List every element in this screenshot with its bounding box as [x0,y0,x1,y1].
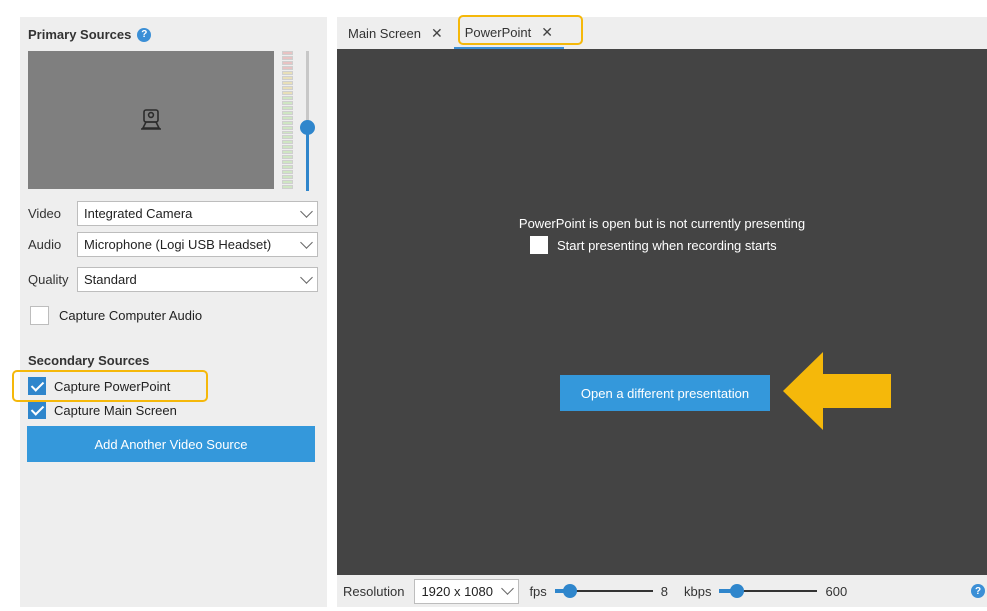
resolution-select-value: 1920 x 1080 [421,583,494,599]
meter-segment [282,105,293,110]
tab-main-screen[interactable]: Main Screen ✕ [337,17,454,49]
capture-computer-audio-checkbox[interactable] [30,306,49,325]
meter-segment [282,115,293,120]
audio-select[interactable]: Microphone (Logi USB Headset) [77,232,318,257]
meter-segment [282,51,293,55]
video-select[interactable]: Integrated Camera [77,201,318,226]
right-panel: Main Screen ✕ PowerPoint ✕ PowerPoint is… [337,17,987,607]
meter-segment [282,55,293,60]
audio-row: Audio Microphone (Logi USB Headset) [28,232,318,257]
bottom-toolbar: Resolution 1920 x 1080 fps 8 kbps 600 ? [337,575,987,607]
meter-segment [282,135,293,140]
meter-segment [282,175,293,180]
powerpoint-stage: PowerPoint is open but is not currently … [337,49,987,575]
quality-row: Quality Standard [28,267,318,292]
open-different-presentation-button[interactable]: Open a different presentation [560,375,770,411]
meter-segment [282,165,293,170]
meter-segment [282,80,293,85]
meter-segment [282,145,293,150]
kbps-slider-handle[interactable] [730,584,745,598]
chevron-down-icon [501,582,515,595]
meter-segment [282,85,293,90]
video-select-value: Integrated Camera [84,206,193,221]
quality-label: Quality [28,272,69,287]
secondary-sources-title: Secondary Sources [28,353,150,368]
not-presenting-message: PowerPoint is open but is not currently … [518,216,806,231]
start-presenting-checkbox[interactable] [530,236,548,254]
capture-main-screen-label: Capture Main Screen [54,402,177,418]
meter-segment [282,70,293,75]
left-panel: Primary Sources ? Video Integrated Camer… [20,17,327,607]
capture-computer-audio-label: Capture Computer Audio [59,308,203,323]
capture-powerpoint-highlight [12,370,208,402]
primary-sources-title: Primary Sources ? [28,27,152,42]
meter-segment [282,95,293,100]
add-video-source-button[interactable]: Add Another Video Source [27,426,315,462]
primary-sources-panel: Primary Sources ? Video Integrated Camer… [20,17,327,332]
kbps-slider[interactable] [719,584,818,598]
capture-computer-audio-row[interactable]: Capture Computer Audio [30,306,202,325]
meter-segment [282,130,293,135]
resolution-select[interactable]: 1920 x 1080 [414,578,520,604]
meter-segment [282,170,293,175]
tab-main-screen-label: Main Screen [348,25,421,41]
close-icon[interactable]: ✕ [431,25,443,42]
meter-segment [282,155,293,160]
resolution-label: Resolution [343,583,405,599]
chevron-down-icon [300,204,313,218]
meter-segment [282,150,293,155]
capture-main-screen-checkbox[interactable] [28,401,46,419]
quality-select-value: Standard [84,272,137,287]
start-presenting-label: Start presenting when recording starts [557,237,777,253]
fps-slider-handle[interactable] [562,584,577,598]
help-icon[interactable]: ? [137,27,152,42]
audio-level-meter [282,51,293,190]
meter-segment [282,100,293,105]
volume-slider-handle[interactable] [300,120,315,135]
webcam-icon [141,109,161,130]
meter-segment [282,140,293,145]
kbps-label: kbps [684,583,712,599]
meter-segment [282,110,293,115]
meter-segment [282,60,293,65]
meter-segment [282,125,293,130]
meter-segment [282,120,293,125]
kbps-value: 600 [825,583,848,599]
meter-segment [282,185,293,190]
chevron-down-icon [300,270,313,284]
powerpoint-tab-highlight [458,15,583,45]
meter-segment [282,75,293,80]
video-label: Video [28,206,62,221]
primary-sources-label: Primary Sources [28,27,132,42]
help-icon[interactable]: ? [971,584,985,598]
fps-label: fps [529,583,547,599]
arrow-left-icon [783,352,891,430]
fps-slider[interactable] [554,584,653,598]
meter-segment [282,90,293,95]
audio-label: Audio [28,237,62,252]
meter-segment [282,180,293,185]
meter-segment [282,65,293,70]
meter-segment [282,160,293,165]
video-row: Video Integrated Camera [28,201,318,226]
capture-main-screen-row[interactable]: Capture Main Screen [28,401,177,419]
start-presenting-row[interactable]: Start presenting when recording starts [530,236,777,254]
chevron-down-icon [300,235,313,249]
audio-select-value: Microphone (Logi USB Headset) [84,237,272,252]
volume-slider-fill [306,128,309,191]
camera-preview [28,51,274,189]
quality-select[interactable]: Standard [77,267,318,292]
fps-value: 8 [660,583,669,599]
